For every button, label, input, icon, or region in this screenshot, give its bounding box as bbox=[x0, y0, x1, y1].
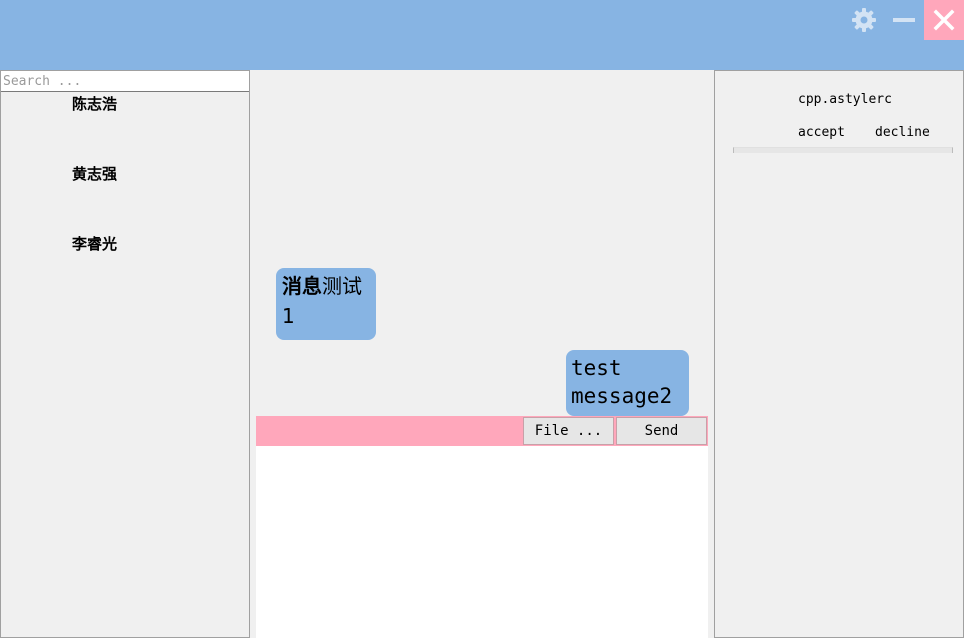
message-area: 消息测试1 test message2 bbox=[250, 70, 714, 416]
transfer-file-name: cpp.astylerc bbox=[798, 92, 892, 107]
contact-item[interactable]: 陈志浩 bbox=[72, 93, 117, 114]
send-button[interactable]: Send bbox=[616, 417, 707, 445]
contact-item[interactable]: 李睿光 bbox=[72, 233, 117, 254]
close-icon bbox=[933, 9, 955, 31]
attach-file-button[interactable]: File ... bbox=[523, 417, 614, 445]
contact-item[interactable]: 黄志强 bbox=[72, 163, 117, 184]
settings-button[interactable] bbox=[844, 0, 884, 40]
gear-icon bbox=[852, 8, 876, 32]
search-input[interactable] bbox=[1, 71, 249, 92]
message-bubble-outgoing: test message2 bbox=[566, 350, 689, 416]
message-bold-text: 消息 bbox=[282, 274, 322, 298]
title-bar bbox=[0, 0, 964, 70]
file-transfer-panel: cpp.astylerc accept decline bbox=[714, 70, 964, 638]
accept-button[interactable]: accept bbox=[798, 125, 845, 140]
message-text: test message2 bbox=[571, 356, 673, 408]
close-button[interactable] bbox=[924, 0, 964, 40]
minimize-icon bbox=[893, 18, 915, 22]
decline-button[interactable]: decline bbox=[875, 125, 930, 140]
message-input[interactable] bbox=[256, 446, 708, 638]
transfer-progress-bar bbox=[733, 147, 953, 153]
composer-toolbar: File ... Send bbox=[256, 416, 708, 446]
minimize-button[interactable] bbox=[884, 0, 924, 40]
message-bubble-incoming: 消息测试1 bbox=[276, 268, 376, 340]
contact-panel: 陈志浩 黄志强 李睿光 bbox=[0, 70, 250, 638]
